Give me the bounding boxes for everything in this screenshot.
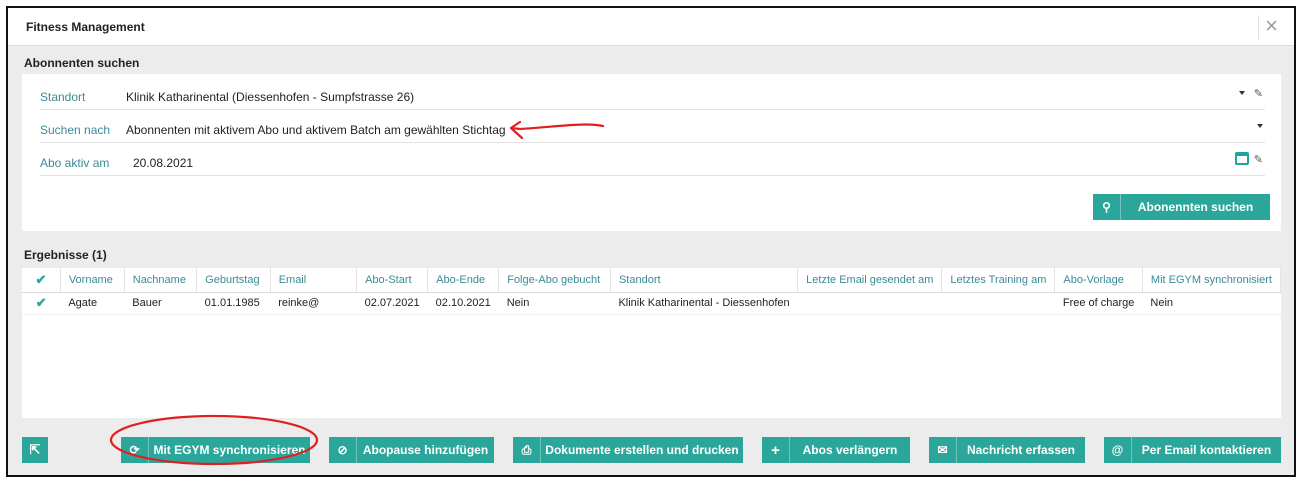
- column-header[interactable]: Email: [270, 268, 358, 293]
- standort-value: Klinik Katharinental (Diessenhofen - Sum…: [126, 90, 415, 104]
- print-icon: ⎙: [513, 437, 541, 463]
- table-header-row: ✔ Vorname Nachname Geburtstag Email Abo-…: [22, 268, 1281, 293]
- sync-icon: ⟳: [121, 437, 149, 463]
- table-cell: reinke@: [270, 292, 357, 315]
- export-button[interactable]: ⇱: [22, 437, 48, 463]
- create-documents-button[interactable]: ⎙ Dokumente erstellen und drucken: [513, 437, 743, 463]
- search-button-label: Abonennten suchen: [1137, 200, 1254, 214]
- chevron-down-icon[interactable]: [1239, 91, 1245, 95]
- window-title: Fitness Management: [26, 20, 145, 34]
- table-cell: Bauer: [124, 292, 197, 315]
- column-header[interactable]: Letzte Email gesendet am: [797, 268, 943, 293]
- create-message-button[interactable]: ✉ Nachricht erfassen: [929, 437, 1085, 463]
- search-section-title: Abonnenten suchen: [24, 56, 140, 70]
- search-icon: ⚲: [1093, 194, 1121, 220]
- column-header[interactable]: Abo-Vorlage: [1054, 268, 1143, 293]
- plus-icon: +: [762, 437, 790, 463]
- table-cell: [797, 292, 942, 315]
- table-cell: 02.07.2021: [356, 292, 428, 315]
- column-header[interactable]: Vorname: [60, 268, 125, 293]
- column-header[interactable]: Letztes Training am: [941, 268, 1056, 293]
- abo-aktiv-am-value[interactable]: 20.08.2021: [133, 156, 193, 170]
- extend-subscriptions-button[interactable]: + Abos verlängern: [762, 437, 910, 463]
- title-bar: Fitness Management ×: [8, 8, 1294, 46]
- dialog-window: Fitness Management × Abonnenten suchen S…: [6, 6, 1296, 477]
- extend-subscriptions-label: Abos verlängern: [802, 443, 898, 457]
- column-header[interactable]: Abo-Ende: [427, 268, 500, 293]
- standort-field[interactable]: Standort Klinik Katharinental (Diessenho…: [40, 84, 1265, 110]
- chevron-down-icon[interactable]: [1257, 124, 1263, 128]
- export-icon: ⇱: [29, 442, 41, 457]
- suchen-nach-label: Suchen nach: [40, 123, 111, 137]
- table-cell: 02.10.2021: [427, 292, 499, 315]
- table-cell: 01.01.1985: [196, 292, 271, 315]
- row-checkbox[interactable]: ✔: [22, 292, 61, 315]
- abo-aktiv-am-label: Abo aktiv am: [40, 156, 110, 170]
- table-cell: Klinik Katharinental - Diessenhofen: [610, 292, 798, 315]
- table-cell: Free of charge: [1054, 292, 1143, 315]
- table-cell: Nein: [1142, 292, 1281, 315]
- column-header[interactable]: Geburtstag: [196, 268, 271, 293]
- create-message-label: Nachricht erfassen: [966, 443, 1076, 457]
- suchen-nach-field[interactable]: Suchen nach Abonnenten mit aktivem Abo u…: [40, 117, 1265, 143]
- suchen-nach-value: Abonnenten mit aktivem Abo und aktivem B…: [126, 123, 506, 137]
- at-icon: @: [1104, 437, 1132, 463]
- results-panel: ✔ Vorname Nachname Geburtstag Email Abo-…: [22, 268, 1281, 418]
- table-cell: [941, 292, 1055, 315]
- pencil-icon[interactable]: ✎: [1254, 153, 1263, 166]
- table-cell: Nein: [498, 292, 611, 315]
- column-header[interactable]: Abo-Start: [356, 268, 429, 293]
- column-header[interactable]: Nachname: [124, 268, 198, 293]
- search-panel: Standort Klinik Katharinental (Diessenho…: [22, 74, 1281, 231]
- column-header[interactable]: Folge-Abo gebucht: [498, 268, 611, 293]
- add-pause-label: Abopause hinzufügen: [362, 443, 489, 457]
- column-header[interactable]: Mit EGYM synchronisiert: [1142, 268, 1281, 293]
- abo-aktiv-am-field[interactable]: Abo aktiv am 20.08.2021 ✎: [40, 150, 1265, 176]
- create-documents-label: Dokumente erstellen und drucken: [545, 443, 739, 457]
- table-cell: Agate: [60, 292, 125, 315]
- egym-sync-button[interactable]: ⟳ Mit EGYM synchronisieren: [121, 437, 310, 463]
- egym-sync-label: Mit EGYM synchronisieren: [153, 443, 306, 457]
- ban-icon: ⊘: [329, 437, 357, 463]
- email-contact-label: Per Email kontaktieren: [1141, 443, 1272, 457]
- envelope-icon: ✉: [929, 437, 957, 463]
- calendar-icon[interactable]: [1235, 152, 1249, 165]
- email-contact-button[interactable]: @ Per Email kontaktieren: [1104, 437, 1281, 463]
- standort-label: Standort: [40, 90, 86, 104]
- table-row[interactable]: ✔ Agate Bauer 01.01.1985 reinke@ 02.07.2…: [22, 292, 1281, 315]
- select-all-checkbox[interactable]: ✔: [22, 268, 61, 293]
- search-subscribers-button[interactable]: ⚲ Abonennten suchen: [1093, 194, 1270, 220]
- pencil-icon[interactable]: ✎: [1254, 87, 1263, 100]
- close-icon[interactable]: ×: [1258, 15, 1284, 39]
- add-pause-button[interactable]: ⊘ Abopause hinzufügen: [329, 437, 494, 463]
- column-header[interactable]: Standort: [610, 268, 799, 293]
- results-section-title: Ergebnisse (1): [24, 248, 107, 262]
- results-table: ✔ Vorname Nachname Geburtstag Email Abo-…: [22, 268, 1281, 315]
